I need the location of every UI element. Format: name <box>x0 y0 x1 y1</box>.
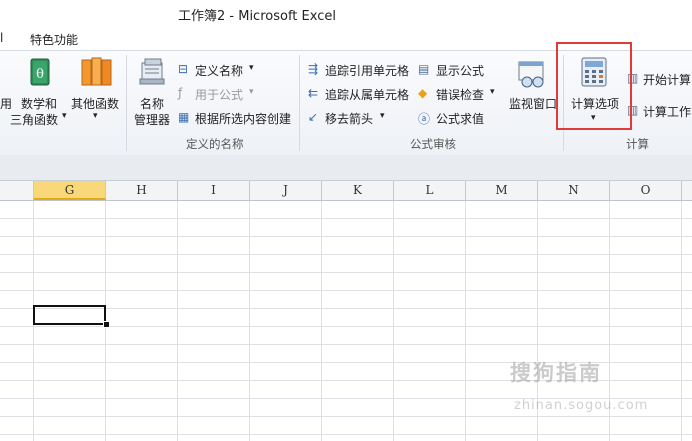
active-cell[interactable] <box>33 305 106 325</box>
evaluate-formula-label: 公式求值 <box>436 112 485 126</box>
grid-line <box>0 272 692 273</box>
column-header-f[interactable] <box>0 181 34 200</box>
math-trig-label1: 数学和 <box>21 97 58 111</box>
grid-line <box>393 201 394 441</box>
error-checking-icon: ◆ <box>418 86 428 100</box>
math-trig-label2: 三角函数 <box>10 113 59 127</box>
column-header-h[interactable]: H <box>106 181 178 200</box>
column-header-l[interactable]: L <box>394 181 466 200</box>
math-book-icon: θ <box>30 58 50 86</box>
chevron-down-icon: ▾ <box>490 87 495 97</box>
remove-arrows-label: 移去箭头 <box>325 112 374 126</box>
column-header-m[interactable]: M <box>466 181 538 200</box>
name-manager-icon <box>139 58 165 85</box>
show-formulas-label: 显示公式 <box>436 64 485 78</box>
watch-window-icon <box>518 61 544 88</box>
calculate-sheet-label: 计算工作 <box>643 105 692 119</box>
calculate-now-label: 开始计算 <box>643 73 692 87</box>
group-label-calculation: 计算 <box>626 137 649 151</box>
chevron-down-icon: ▾ <box>249 87 254 97</box>
separator <box>126 55 127 151</box>
show-formulas-icon: ▤ <box>418 62 430 76</box>
watch-window-label: 监视窗口 <box>509 97 558 111</box>
evaluate-formula-icon: ⓐ <box>418 112 431 126</box>
grid-line <box>681 201 682 441</box>
column-header-k[interactable]: K <box>322 181 394 200</box>
svg-text:θ: θ <box>36 67 44 82</box>
grid-line <box>0 236 692 237</box>
watermark-logo: 搜狗指南 <box>510 361 602 385</box>
define-name-icon: ⊟ <box>178 62 189 76</box>
trace-dependents-icon: ⇇ <box>308 86 319 100</box>
tab-partial[interactable]: l <box>0 31 3 45</box>
grid-line <box>0 434 692 435</box>
grid-line <box>177 201 178 441</box>
grid-line <box>321 201 322 441</box>
column-header-g[interactable]: G <box>34 181 106 200</box>
column-header-i[interactable]: I <box>178 181 250 200</box>
title-bar: 工作簿2 - Microsoft Excel <box>0 0 692 26</box>
remove-arrows-icon: ↙ <box>308 110 319 124</box>
trace-precedents-icon: ⇶ <box>308 62 319 76</box>
grid-line <box>0 416 692 417</box>
define-name-label: 定义名称 <box>195 64 244 78</box>
create-from-selection-icon: ▦ <box>178 110 190 124</box>
highlight-box <box>556 42 632 130</box>
trace-precedents-label: 追踪引用单元格 <box>325 64 410 78</box>
watermark-url: zhinan.sogou.com <box>514 398 649 413</box>
trace-dependents-label: 追踪从属单元格 <box>325 88 410 102</box>
chevron-down-icon: ▾ <box>249 63 254 73</box>
chevron-down-icon: ▾ <box>380 111 385 121</box>
name-manager-label2: 管理器 <box>134 113 171 127</box>
column-header-n[interactable]: N <box>538 181 610 200</box>
fill-handle[interactable] <box>103 321 110 328</box>
tab-special-features[interactable]: 特色功能 <box>30 31 78 48</box>
name-manager-label1: 名称 <box>140 97 165 111</box>
grid-line <box>0 344 692 345</box>
column-headers: G H I J K L M N O <box>0 181 692 201</box>
chevron-down-icon: ▾ <box>93 111 98 121</box>
grid-line <box>0 290 692 291</box>
function-partial-label[interactable]: 用 <box>0 95 12 112</box>
more-functions-label: 其他函数 <box>71 97 120 111</box>
use-in-formula-icon: ƒ <box>178 86 183 100</box>
formula-bar-strip <box>0 155 692 181</box>
grid-line <box>465 201 466 441</box>
grid-line <box>0 254 692 255</box>
column-header-o[interactable]: O <box>610 181 682 200</box>
chevron-down-icon: ▾ <box>62 111 67 121</box>
grid-line <box>0 218 692 219</box>
error-checking-label: 错误检查 <box>436 88 485 102</box>
separator <box>299 55 300 151</box>
group-label-formula-auditing: 公式审核 <box>410 137 456 151</box>
group-label-defined-names: 定义的名称 <box>186 137 244 151</box>
use-in-formula-label: 用于公式 <box>195 88 244 102</box>
create-from-selection-label: 根据所选内容创建 <box>195 112 292 126</box>
window-title: 工作簿2 - Microsoft Excel <box>178 9 336 24</box>
column-header-j[interactable]: J <box>250 181 322 200</box>
books-icon <box>81 57 112 86</box>
grid-line <box>249 201 250 441</box>
